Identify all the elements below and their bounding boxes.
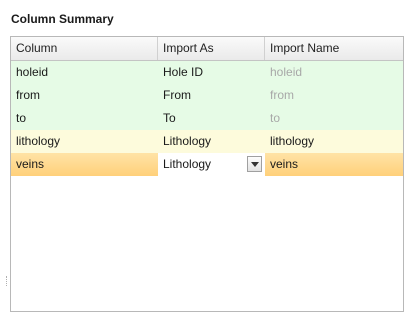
import-as-cell[interactable]: Lithology [158,130,265,153]
panel-title: Column Summary [11,12,114,26]
column-cell: veins [16,157,45,171]
header-column[interactable]: Column [11,37,158,60]
column-summary-panel: Column Summary Column Import As Import N… [0,0,409,316]
import-as-cell[interactable]: From [158,84,265,107]
table-row[interactable]: lithology Lithology lithology [11,130,403,153]
import-as-dropdown[interactable]: Lithology [158,153,265,176]
table-row-selected[interactable]: veins Lithology veins [11,153,403,176]
import-as-cell[interactable]: Hole ID [158,61,265,84]
import-name-cell[interactable]: from [265,84,403,107]
column-cell: from [16,88,40,102]
import-name-cell[interactable]: to [265,107,403,130]
import-as-dropdown-value: Lithology [163,157,212,171]
column-cell: to [16,111,27,125]
import-name-cell[interactable]: veins [265,153,403,176]
column-cell: lithology [16,134,61,148]
header-import-name[interactable]: Import Name [265,37,403,60]
import-as-cell[interactable]: To [158,107,265,130]
resize-grip[interactable] [6,276,9,286]
table-row[interactable]: to To to [11,107,403,130]
table-row[interactable]: holeid Hole ID holeid [11,61,403,84]
chevron-down-icon [251,162,259,167]
column-summary-table: Column Import As Import Name holeid Hole… [10,36,404,312]
table-header: Column Import As Import Name [11,37,403,61]
import-name-cell[interactable]: lithology [265,130,403,153]
header-import-as[interactable]: Import As [158,37,265,60]
table-row[interactable]: from From from [11,84,403,107]
import-name-cell[interactable]: holeid [265,61,403,84]
dropdown-button[interactable] [247,156,262,172]
column-cell: holeid [16,65,49,79]
